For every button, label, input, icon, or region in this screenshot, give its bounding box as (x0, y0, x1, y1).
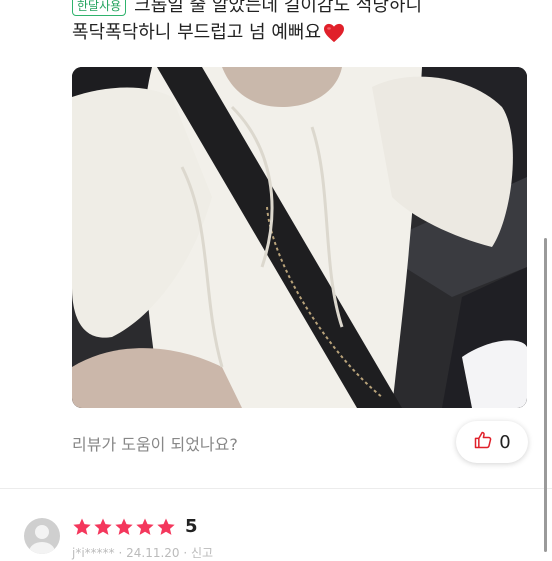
helpful-question: 리뷰가 도움이 되었나요? (72, 435, 238, 454)
star-icon (115, 518, 133, 535)
usage-badge: 한달사용 (72, 0, 127, 16)
like-button[interactable]: 0 (456, 421, 528, 463)
thumbs-up-icon (473, 430, 493, 454)
star-icon (73, 518, 91, 535)
star-icon (136, 518, 154, 535)
review-content: 한달사용 크롭일 줄 알았는데 길이감도 적당하니 폭닥폭닥하니 부드럽고 넘 … (72, 0, 532, 46)
review-text-line-2: 폭닥폭닥하니 부드럽고 넘 예뻐요 (72, 22, 322, 43)
review-line-1: 한달사용 크롭일 줄 알았는데 길이감도 적당하니 (72, 0, 532, 18)
like-count: 0 (499, 431, 511, 453)
review-photo[interactable] (72, 67, 527, 408)
star-icon (157, 518, 175, 535)
rating-score: 5 (185, 516, 198, 537)
star-icon (94, 518, 112, 535)
heart-emoji-icon (323, 23, 345, 43)
review-line-2: 폭닥폭닥하니 부드럽고 넘 예뻐요 (72, 20, 532, 46)
review-divider (0, 488, 552, 489)
avatar[interactable] (24, 518, 60, 554)
scrollbar[interactable] (544, 238, 547, 552)
rating-stars: 5 (72, 516, 198, 537)
review-text-line-1: 크롭일 줄 알았는데 길이감도 적당하니 (134, 0, 423, 16)
reviewer-meta: j*i***** · 24.11.20 · 신고 (72, 546, 214, 560)
